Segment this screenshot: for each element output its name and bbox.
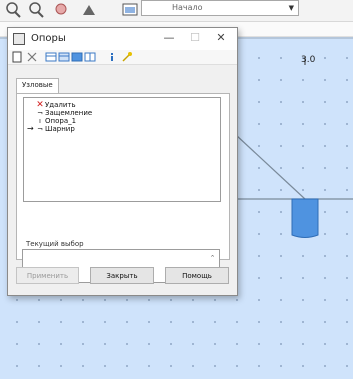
view2-icon[interactable] [58,51,70,63]
support-icon: ı [39,117,41,125]
app-toolbar: Начало ▼ [0,0,353,22]
row-pointer: → [27,124,34,133]
supports-dialog: Опоры — ☐ ✕ Узловые ✕ Удалить ¬ Защемлен… [7,27,238,296]
pan-icon[interactable] [52,1,70,19]
view-select-value: Начало [172,3,203,12]
support-list[interactable]: ✕ Удалить ¬ Защемление ı Опора_1 → ¬ Шар… [23,97,221,202]
view1-icon[interactable] [45,51,57,63]
help-button[interactable]: Помощь [165,267,229,284]
view4-icon[interactable] [84,51,96,63]
delete-icon: ✕ [36,100,44,110]
chevron-down-icon: ▼ [288,4,294,12]
hinge-icon: ¬ [37,125,43,133]
new-icon[interactable] [11,51,23,63]
view-select[interactable]: Начало ▼ [141,0,299,16]
tab-nodal[interactable]: Узловые [16,78,59,93]
close-icon[interactable]: ✕ [210,30,232,46]
list-item-label: Защемление [45,109,93,117]
app-icon [13,33,25,45]
list-item[interactable]: → ¬ Шарнир [24,124,220,134]
close-button[interactable]: Закрыть [90,267,154,284]
dialog-toolbar [8,50,237,65]
zoom-in-icon[interactable] [4,1,22,19]
minimize-icon[interactable]: — [158,30,180,46]
scroll-up-icon[interactable]: ⌃ [208,252,217,265]
view3-icon[interactable] [71,51,83,63]
fixed-support-icon: ¬ [37,109,43,117]
button-row: Применить Закрыть Помощь [8,267,237,287]
dialog-titlebar[interactable]: Опоры — ☐ ✕ [8,28,237,50]
list-item[interactable]: ✕ Удалить [24,100,220,110]
zoom-out-icon[interactable] [27,1,45,19]
list-item-label: Шарнир [45,125,75,133]
view-icon[interactable] [121,1,139,19]
delete-icon[interactable] [26,51,38,63]
rotate-icon[interactable] [80,1,98,19]
list-item[interactable]: ı Опора_1 [24,117,220,125]
list-item[interactable]: ¬ Защемление [24,109,220,117]
maximize-icon: ☐ [190,31,200,44]
info-icon[interactable] [106,51,118,63]
support-block [291,198,319,238]
current-selection-label: Текущий выбор [26,240,84,248]
dialog-title: Опоры [31,33,66,44]
list-item-label: Опора_1 [45,117,77,125]
axis-tick-label: 3.0 [301,55,316,65]
tab-panel: ✕ Удалить ¬ Защемление ı Опора_1 → ¬ Шар… [16,93,230,260]
beam-diagonal [235,134,306,200]
apply-button: Применить [16,267,79,284]
wand-icon[interactable] [121,51,133,63]
list-item-label: Удалить [45,101,76,109]
